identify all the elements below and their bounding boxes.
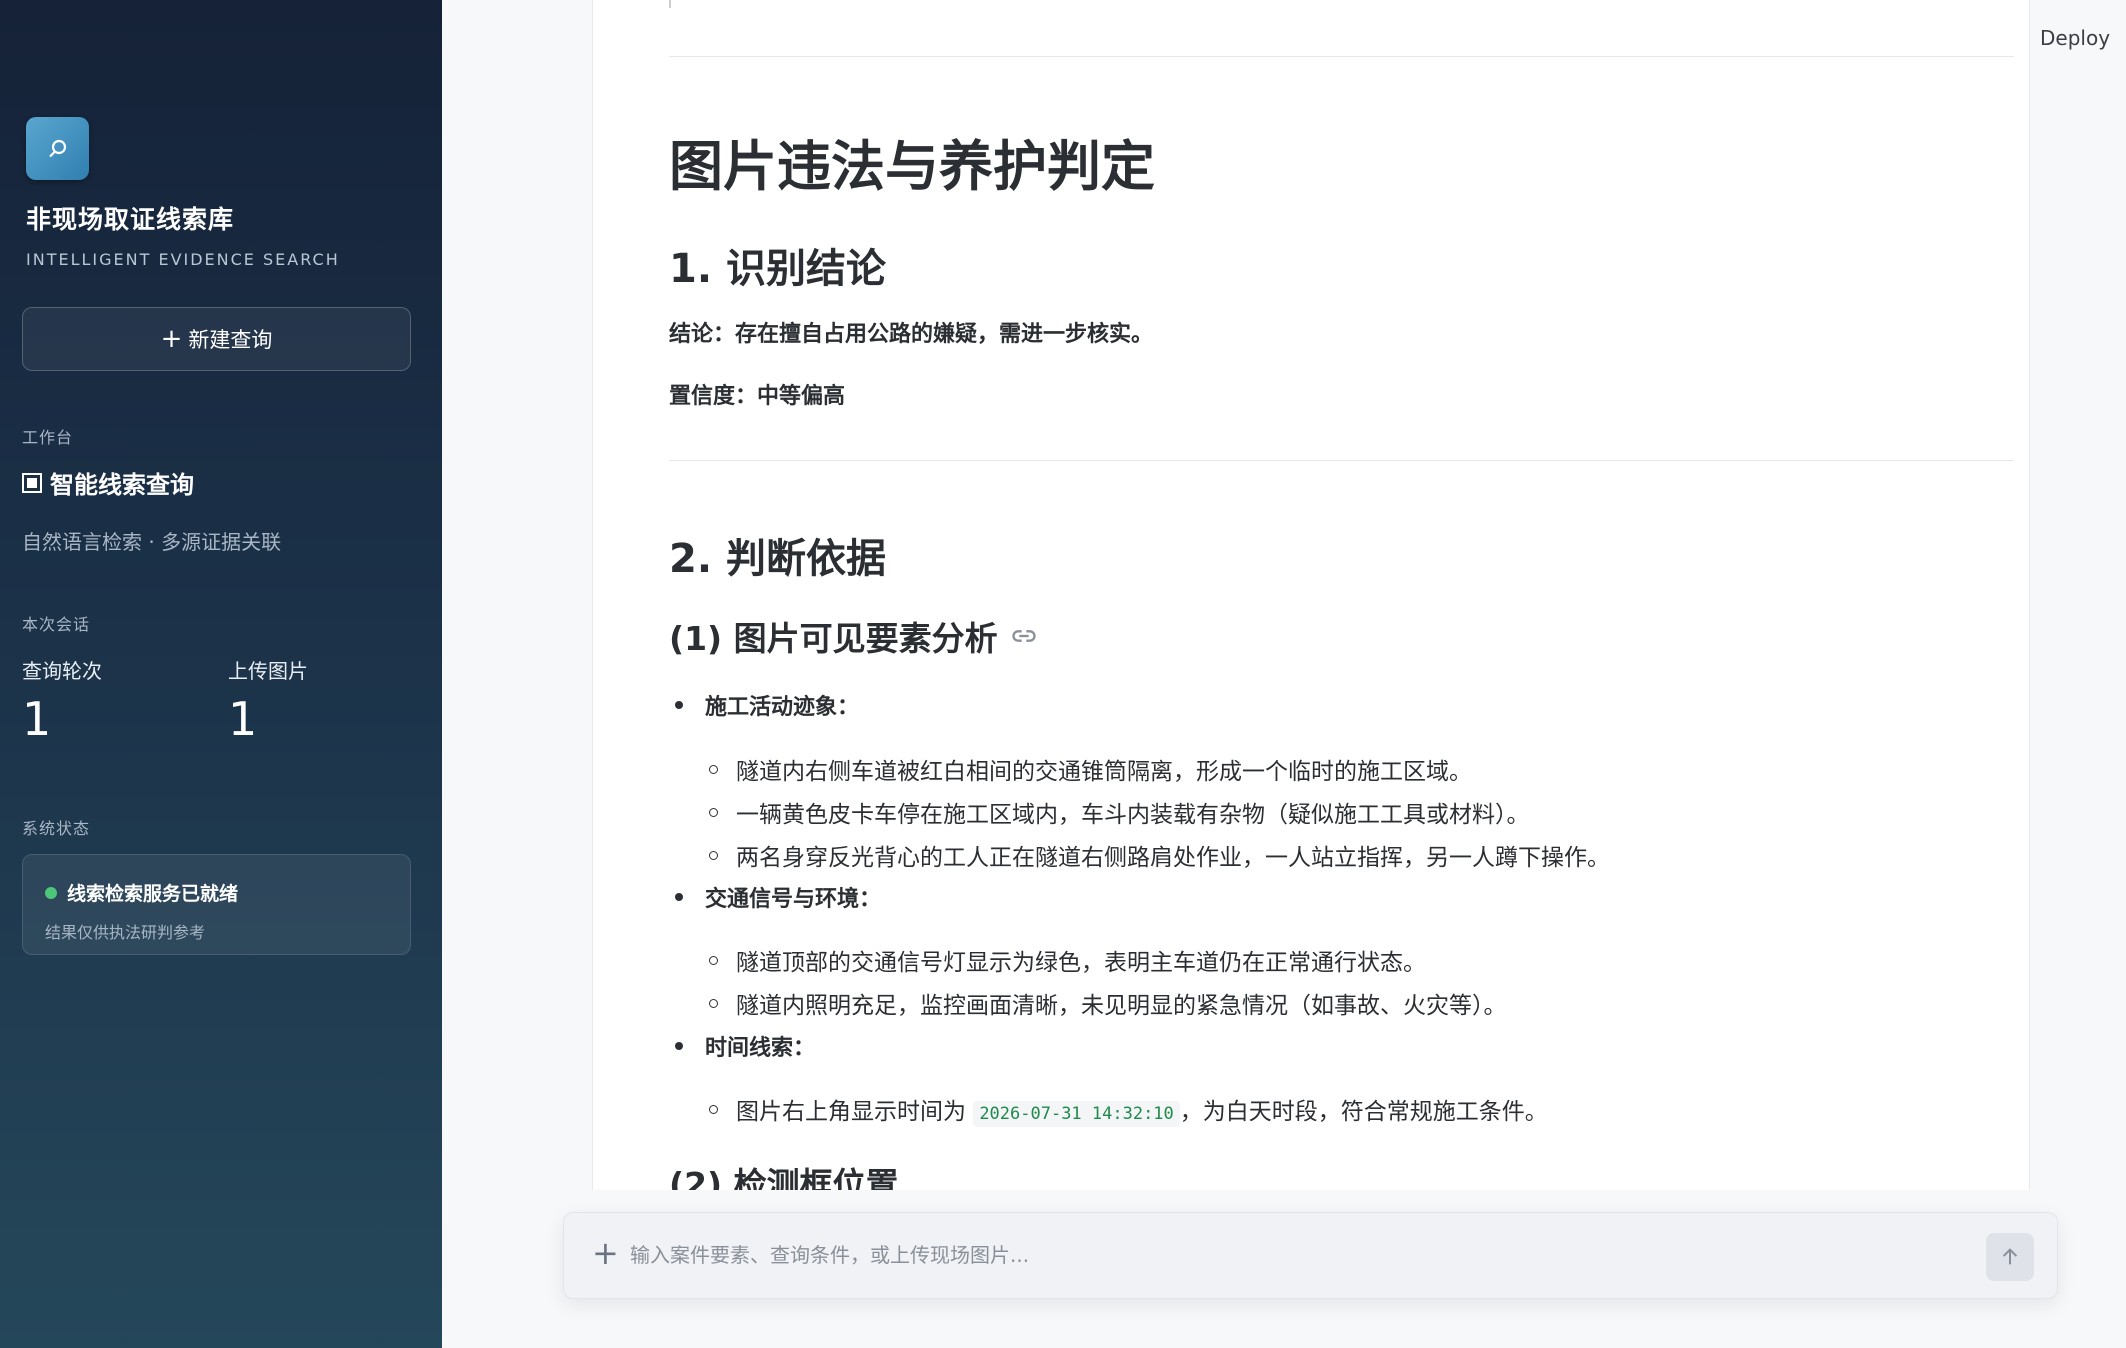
circle-bullet-icon	[709, 955, 718, 965]
app-title: 非现场取证线索库	[26, 205, 235, 234]
list-item: 图片右上角显示时间为 2026-07-31 14:32:10 ，为白天时段，符合常…	[709, 1092, 1548, 1127]
list-item-title: 交通信号与环境：	[705, 887, 882, 912]
list-item-title: 时间线索：	[705, 1036, 816, 1061]
sidebar-item-smart-query[interactable]: 智能线索查询	[22, 465, 194, 500]
list-item: 隧道内右侧车道被红白相间的交通锥筒隔离，形成一个临时的施工区域。	[709, 752, 1472, 786]
list-item: 隧道顶部的交通信号灯显示为绿色，表明主车道仍在正常通行状态。	[709, 943, 1426, 977]
confidence-text: 置信度：中等偏高	[669, 384, 846, 409]
subsection-heading-detection-box: (2) 检测框位置	[669, 1158, 899, 1190]
conclusion-text: 结论：存在擅自占用公路的嫌疑，需进一步核实。	[669, 322, 1154, 347]
stat-query-rounds: 查询轮次 1	[22, 655, 102, 742]
new-query-button[interactable]: + 新建查询	[22, 307, 411, 371]
circle-bullet-icon	[709, 807, 718, 817]
link-icon[interactable]	[1010, 622, 1038, 650]
plus-icon: +	[160, 324, 183, 354]
list-item-text: 隧道内照明充足，监控画面清晰，未见明显的紧急情况（如事故、火灾等）。	[736, 993, 1507, 1019]
circle-bullet-icon	[709, 764, 718, 774]
deploy-button[interactable]: Deploy	[2040, 26, 2110, 50]
section-heading-basis: 2. 判断依据	[669, 536, 886, 582]
sidebar-item-label: 智能线索查询	[50, 471, 194, 499]
divider	[669, 56, 2014, 57]
attach-plus-icon[interactable]: +	[592, 1237, 619, 1269]
page-title: 图片违法与养护判定	[669, 135, 1155, 198]
list-item-text: 一辆黄色皮卡车停在施工区域内，车斗内装载有杂物（疑似施工工具或材料）。	[736, 802, 1530, 828]
square-icon	[22, 472, 42, 493]
bullet-icon	[675, 1042, 683, 1050]
chat-input-bar: +	[563, 1212, 2058, 1299]
circle-bullet-icon	[709, 998, 718, 1008]
list-item-text: 隧道顶部的交通信号灯显示为绿色，表明主车道仍在正常通行状态。	[736, 950, 1426, 976]
sidebar-item-description: 自然语言检索 · 多源证据关联	[22, 530, 282, 554]
timestamp-code: 2026-07-31 14:32:10	[973, 1101, 1180, 1127]
sidebar: 非现场取证线索库 INTELLIGENT EVIDENCE SEARCH + 新…	[0, 0, 442, 1348]
stat-label: 查询轮次	[22, 659, 102, 683]
bullet-icon	[675, 701, 683, 709]
stat-uploaded-images: 上传图片 1	[228, 655, 308, 742]
status-dot-icon	[45, 886, 57, 899]
app-logo	[26, 117, 89, 180]
chat-message-card: 图片违法与养护判定 1. 识别结论 结论：存在擅自占用公路的嫌疑，需进一步核实。…	[592, 0, 2030, 1190]
divider	[669, 460, 2014, 461]
list-item-text: 两名身穿反光背心的工人正在隧道右侧路肩处作业，一人站立指挥，另一人蹲下操作。	[736, 845, 1610, 871]
stat-value: 1	[228, 692, 258, 746]
status-note: 结果仅供执法研判参考	[45, 923, 206, 942]
list-item-title: 施工活动迹象：	[705, 695, 860, 720]
stat-label: 上传图片	[228, 659, 308, 683]
session-label: 本次会话	[22, 615, 91, 634]
workbench-label: 工作台	[22, 428, 74, 447]
app-subtitle: INTELLIGENT EVIDENCE SEARCH	[26, 250, 340, 269]
list-item: 交通信号与环境：	[675, 881, 881, 913]
system-status-label: 系统状态	[22, 819, 91, 838]
subsection-heading-text: (1) 图片可见要素分析	[669, 619, 998, 658]
new-query-label: 新建查询	[188, 328, 273, 352]
list-item-text: 图片右上角显示时间为 2026-07-31 14:32:10 ，为白天时段，符合常…	[736, 1099, 1548, 1127]
chat-input[interactable]	[630, 1233, 1930, 1277]
circle-bullet-icon	[709, 1104, 718, 1114]
search-icon	[48, 139, 66, 157]
circle-bullet-icon	[709, 850, 718, 860]
status-text: 线索检索服务已就绪	[67, 883, 239, 905]
bullet-icon	[675, 893, 683, 901]
list-item: 隧道内照明充足，监控画面清晰，未见明显的紧急情况（如事故、火灾等）。	[709, 986, 1507, 1020]
subsection-heading-text: (2) 检测框位置	[669, 1165, 899, 1190]
list-item: 时间线索：	[675, 1030, 815, 1062]
stat-value: 1	[22, 692, 52, 746]
text-caret	[669, 0, 671, 8]
list-item: 一辆黄色皮卡车停在施工区域内，车斗内装载有杂物（疑似施工工具或材料）。	[709, 795, 1530, 829]
status-card: 线索检索服务已就绪 结果仅供执法研判参考	[22, 854, 411, 955]
list-item: 施工活动迹象：	[675, 689, 859, 721]
arrow-up-icon	[2002, 1248, 2018, 1265]
list-item-text: 隧道内右侧车道被红白相间的交通锥筒隔离，形成一个临时的施工区域。	[736, 759, 1472, 785]
send-button[interactable]	[1986, 1233, 2034, 1281]
section-heading-conclusion: 1. 识别结论	[669, 246, 886, 292]
list-item: 两名身穿反光背心的工人正在隧道右侧路肩处作业，一人站立指挥，另一人蹲下操作。	[709, 838, 1610, 872]
subsection-heading-visible-elements: (1) 图片可见要素分析	[669, 612, 1038, 660]
